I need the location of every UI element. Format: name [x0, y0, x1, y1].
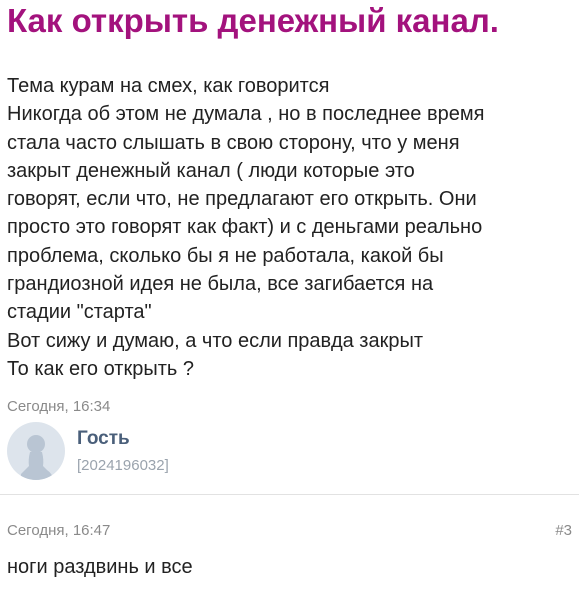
post-line: стадии "старта": [7, 301, 152, 324]
post-line: Вот сижу и думаю, а что если правда закр…: [7, 329, 423, 352]
post-line: Никогда об этом не думала , но в последн…: [7, 103, 485, 126]
reply-timestamp: Сегодня, 16:47: [7, 522, 111, 539]
post-line: грандиозной идея не была, все загибается…: [7, 273, 434, 296]
page-title: Как открыть денежный канал.: [7, 2, 499, 39]
author-block: Гость [2024196032]: [7, 422, 407, 484]
post-line: закрыт денежный канал ( люди которые это: [7, 159, 415, 182]
post-line: стала часто слышать в свою сторону, что …: [7, 131, 460, 154]
author-id: [2024196032]: [77, 457, 169, 474]
post-body: Тема курам на смех, как говорится Никогд…: [7, 72, 572, 383]
post-line: проблема, сколько бы я не работала, како…: [7, 244, 444, 267]
post-line: То как его открыть ?: [7, 357, 194, 380]
post-line: Тема курам на смех, как говорится: [7, 75, 330, 97]
post-line: просто это говорят как факт) и с деньгам…: [7, 216, 483, 239]
post-line: говорят, если что, не предлагают его отк…: [7, 188, 477, 211]
post-timestamp: Сегодня, 16:34: [7, 398, 111, 415]
author-name[interactable]: Гость: [77, 428, 130, 450]
reply-number-link[interactable]: #3: [555, 522, 572, 539]
divider: [0, 494, 579, 495]
user-silhouette-icon: [20, 435, 53, 480]
avatar[interactable]: [7, 422, 65, 480]
reply-text: ноги раздвинь и все: [7, 556, 193, 578]
